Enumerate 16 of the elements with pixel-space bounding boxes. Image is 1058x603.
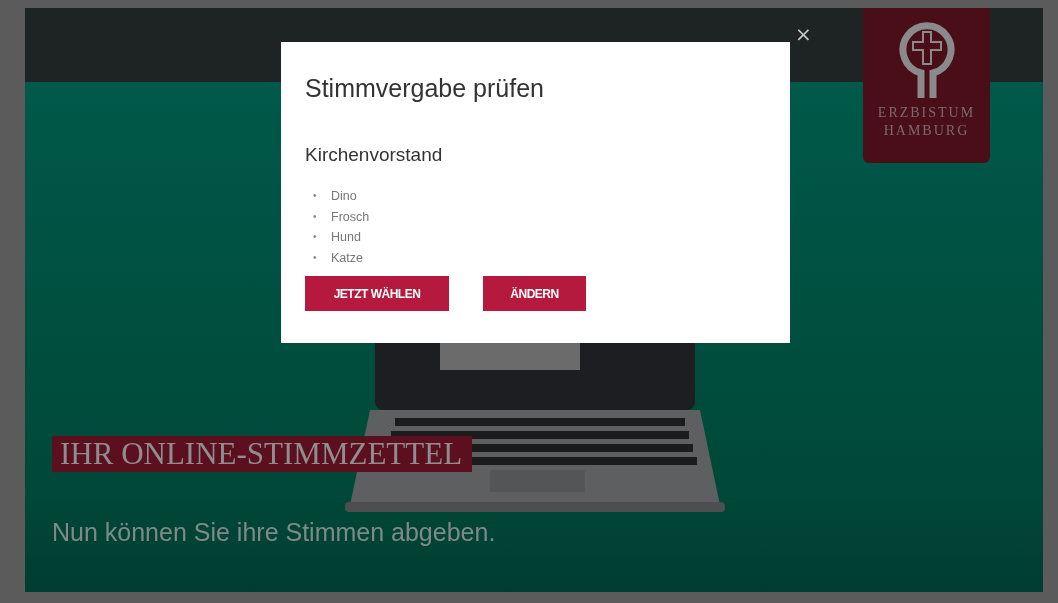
bullet-mark: • [313, 209, 318, 224]
candidate-name: Hund [331, 229, 361, 246]
hero-title: IHR ONLINE-STIMMZETTEL [52, 436, 473, 472]
vote-button[interactable]: JETZT WÄHLEN [305, 276, 449, 311]
candidate-name: Frosch [331, 208, 370, 226]
candidate-name: Dino [331, 188, 357, 205]
bullet-mark: • [313, 250, 318, 265]
close-button[interactable]: × [791, 20, 816, 48]
section-heading: Kirchenvorstand [305, 144, 444, 166]
bullet-mark: • [313, 189, 318, 203]
candidate-name: Katze [331, 249, 363, 267]
change-button[interactable]: ÄNDERN [483, 276, 586, 311]
logo-text: ERZBISTUM HAMBURG [877, 104, 976, 140]
hero-subtitle: Nun können Sie ihre Stimmen abgeben. [52, 518, 496, 547]
bullet-mark: • [313, 230, 318, 244]
dialog-title: Stimmvergabe prüfen [305, 74, 545, 103]
